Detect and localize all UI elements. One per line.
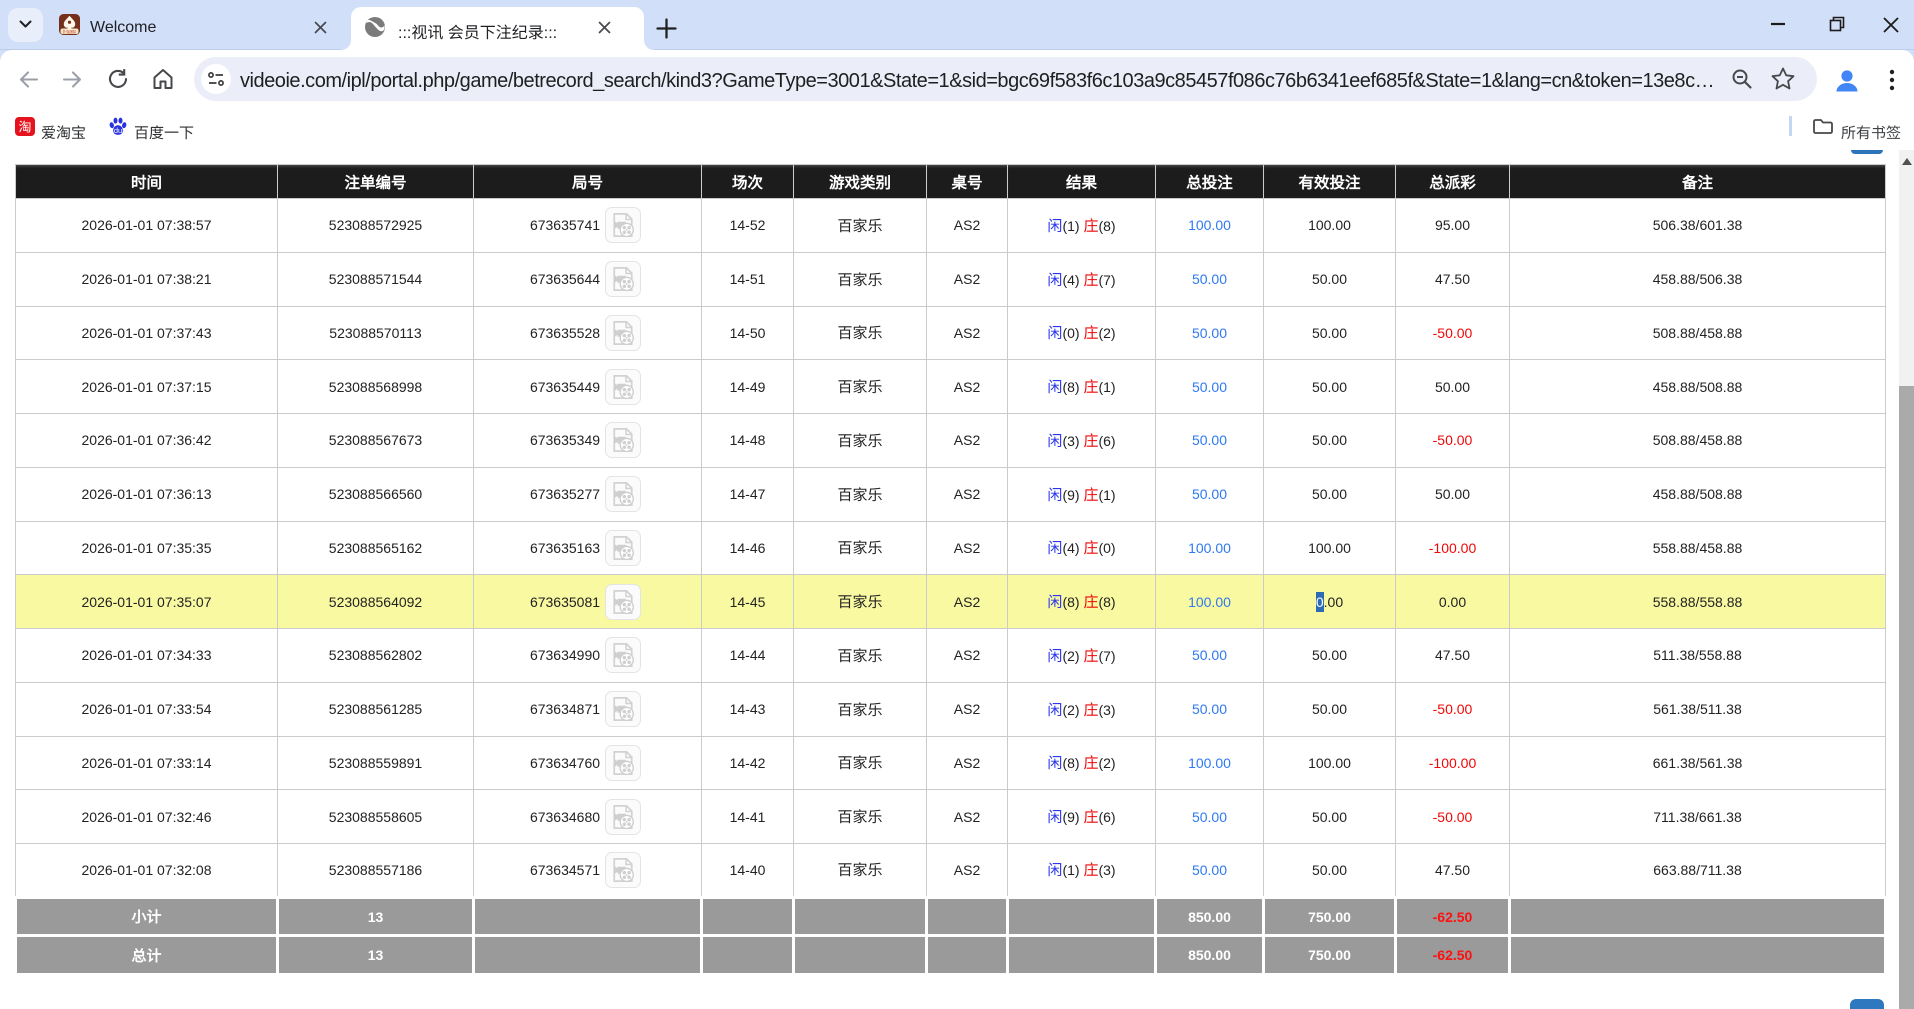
svg-text:淘: 淘 [18,117,31,136]
svg-text:扑克团队: 扑克团队 [63,29,77,34]
svg-text:du: du [114,126,122,135]
